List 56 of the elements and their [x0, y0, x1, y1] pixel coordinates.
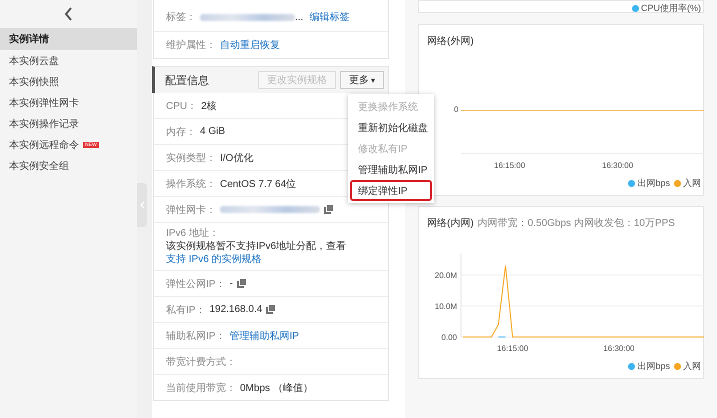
x-axis-label: 16:30:00: [602, 161, 634, 170]
field-note: 该实例规格暂不支持IPv6地址分配，查看 支持 IPv6 的实例规格: [166, 240, 348, 266]
field-link[interactable]: 自动重启恢复: [220, 38, 280, 52]
menu-item[interactable]: 重新初始化磁盘: [350, 117, 432, 138]
field-value: -: [229, 278, 233, 289]
field-label: 弹性网卡：: [166, 204, 216, 216]
field-label: 操作系统：: [166, 178, 216, 190]
x-axis-label: 16:15:00: [497, 344, 528, 353]
legend-label[interactable]: 出网bps: [637, 360, 670, 373]
back-icon[interactable]: [64, 7, 73, 21]
field-label: 当前使用带宽：: [166, 382, 236, 394]
field-label: 标签：: [166, 10, 196, 24]
sidebar-item[interactable]: 实例详情: [0, 28, 137, 50]
legend-label[interactable]: 出网bps: [637, 177, 670, 190]
y-axis-label: 10.0M: [434, 302, 457, 311]
field-label: 内存：: [166, 126, 196, 138]
sidebar-item[interactable]: 本实例云盘: [0, 50, 137, 71]
field-link[interactable]: 管理辅助私网IP: [229, 328, 299, 342]
y-axis-label: 0.00: [441, 333, 457, 342]
sidebar-item[interactable]: 本实例操作记录: [0, 113, 137, 134]
field-value: 4 GiB: [200, 126, 226, 137]
field-value: 2核: [201, 100, 217, 112]
field-value: I/O优化: [220, 152, 254, 164]
field-label: IPv6 地址：: [166, 227, 220, 240]
sidebar-item[interactable]: 本实例安全组: [0, 155, 137, 176]
y-axis-label: 0: [454, 105, 458, 114]
field-label: 弹性公网IP：: [166, 278, 226, 290]
field-value: 0Mbps （峰值）: [240, 382, 313, 394]
more-button[interactable]: 更多 ▾: [340, 71, 384, 89]
legend-label[interactable]: 入网: [683, 360, 701, 373]
copy-icon[interactable]: [266, 305, 276, 314]
menu-item[interactable]: 管理辅助私网IP: [350, 159, 432, 180]
menu-item[interactable]: 绑定弹性IP: [350, 180, 432, 201]
edit-tags-link[interactable]: 编辑标签: [309, 10, 350, 24]
field-label: 辅助私网IP：: [166, 330, 226, 342]
legend-label[interactable]: 入网: [683, 177, 701, 190]
x-axis-label: 16:15:00: [494, 161, 526, 170]
sidebar-item[interactable]: 本实例快照: [0, 71, 137, 92]
chart-title: 网络(内网) 内网带宽：0.50Gbps 内网收发包：10万PPS: [426, 216, 676, 230]
copy-icon[interactable]: [236, 279, 246, 288]
chart-title: 网络(外网): [426, 35, 475, 48]
field-label: CPU：: [166, 100, 198, 112]
section-title: 配置信息: [165, 74, 210, 88]
x-axis-label: 16:30:00: [603, 344, 634, 353]
ellipsis: ...: [295, 12, 304, 22]
field-label: 实例类型：: [166, 152, 216, 164]
field-label: 维护属性：: [166, 38, 216, 52]
y-axis-label: 20.0M: [434, 271, 457, 280]
field-value: 192.168.0.4: [209, 304, 262, 315]
copy-icon[interactable]: [324, 205, 333, 214]
field-label: 带宽计费方式：: [166, 356, 236, 368]
sidebar-item[interactable]: 本实例弹性网卡: [0, 92, 137, 113]
collapse-handle[interactable]: [137, 183, 147, 227]
field-value: CentOS 7.7 64位: [220, 178, 296, 190]
field-label: 私有IP：: [166, 304, 206, 316]
instance-types-link[interactable]: 支持 IPv6 的实例规格: [166, 254, 262, 265]
